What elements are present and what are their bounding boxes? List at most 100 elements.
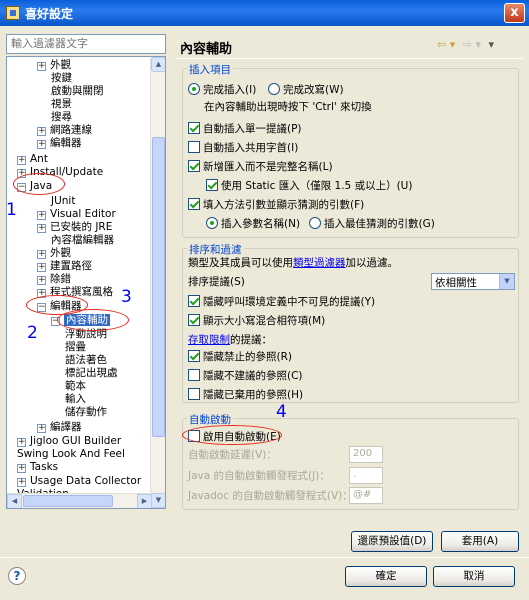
tree-item[interactable]: + 編譯器 xyxy=(37,421,82,434)
tree-item[interactable]: + 網路連線 xyxy=(37,124,92,137)
expand-icon[interactable]: + xyxy=(37,224,46,233)
tree-item[interactable]: 視景 xyxy=(51,98,72,111)
view-menu-icon[interactable]: ▾ xyxy=(489,38,495,51)
preference-tree: + 外觀 按鍵 啟動與關閉 視景 搜尋 + 網路連線 + 編輯器 + Ant + Install/Upda… xyxy=(6,56,166,509)
radio-icon xyxy=(268,83,280,95)
checkbox-insert-single[interactable]: 自動插入單一提議(P) xyxy=(188,122,302,136)
tree-item[interactable]: 輸入 xyxy=(65,393,86,406)
checkbox-checked-icon xyxy=(188,198,200,210)
tree-item-label: 網路連線 xyxy=(50,124,92,136)
checkbox-static-import[interactable]: 使用 Static 匯入（僅限 1.5 或以上）(U) xyxy=(206,179,412,193)
checkbox-hide-forbidden[interactable]: 隱藏禁止的參照(R) xyxy=(188,350,292,364)
tree-item[interactable]: + 編輯器 xyxy=(37,137,82,150)
expand-icon[interactable]: + xyxy=(37,424,46,433)
expand-icon[interactable]: + xyxy=(37,127,46,136)
checkbox-hide-discouraged[interactable]: 隱藏不建議的參照(C) xyxy=(188,369,303,383)
tree-vertical-scrollbar[interactable]: ▲ ▼ xyxy=(150,57,165,508)
ok-button[interactable]: 確定 xyxy=(345,566,427,587)
help-icon[interactable]: ? xyxy=(8,567,26,585)
sort-proposals-select[interactable]: 依相關性 ▼ xyxy=(431,273,515,290)
expand-icon[interactable]: + xyxy=(37,263,46,272)
tree-item[interactable]: + Tasks xyxy=(17,461,58,474)
tree-item-label: Visual Editor xyxy=(50,208,116,220)
radio-insert-best-guess[interactable]: 插入最佳猜測的引數(G) xyxy=(309,217,435,231)
tree-item-label: 內容檔編輯器 xyxy=(51,234,114,246)
expand-icon[interactable]: + xyxy=(17,464,26,473)
tree-item[interactable]: + Jigloo GUI Builder xyxy=(17,435,121,448)
tree-item-label: JUnit xyxy=(51,195,76,207)
expand-icon[interactable]: + xyxy=(37,250,46,259)
delay-input[interactable]: 200 xyxy=(349,446,383,463)
scroll-up-icon[interactable]: ▲ xyxy=(151,57,165,72)
close-window-button[interactable]: x xyxy=(504,3,525,23)
tree-item[interactable]: + 外觀 xyxy=(37,247,71,260)
checkbox-camel-case[interactable]: 顯示大小寫混合相符項(M) xyxy=(188,314,325,328)
h-scroll-thumb[interactable] xyxy=(23,495,113,507)
checkbox-checked-icon xyxy=(206,179,218,191)
preferences-icon xyxy=(6,6,20,20)
tree-item-label: 輸入 xyxy=(65,393,86,405)
page-navigation: ⇦ ▾ ⇨ ▾ ▾ xyxy=(437,38,494,51)
tree-item[interactable]: Swing Look And Feel xyxy=(17,448,125,461)
filter-input[interactable] xyxy=(6,34,166,54)
tree-item-label: 外觀 xyxy=(50,59,71,71)
checkbox-add-import[interactable]: 新增匯入而不是完整名稱(L) xyxy=(188,160,333,174)
expand-icon[interactable]: + xyxy=(37,276,46,285)
checkbox-checked-icon xyxy=(188,314,200,326)
checkbox-hide-invisible[interactable]: 隱藏呼叫環境定義中不可見的提議(Y) xyxy=(188,295,375,309)
tree-item[interactable]: + Usage Data Collector xyxy=(17,475,141,488)
window-title: 喜好設定 xyxy=(25,6,74,21)
scroll-left-icon[interactable]: ◀ xyxy=(7,494,22,508)
chevron-down-icon[interactable]: ▼ xyxy=(499,274,514,289)
scroll-right-icon[interactable]: ▶ xyxy=(137,494,152,508)
forward-icon[interactable]: ⇨ ▾ xyxy=(463,38,481,51)
tree-item[interactable]: JUnit xyxy=(51,195,75,208)
header-divider xyxy=(175,58,523,59)
tree-item[interactable]: + 已安裝的 JRE xyxy=(37,221,112,234)
tree-item[interactable]: 按鍵 xyxy=(51,72,72,85)
tree-item[interactable]: 啟動與關閉 xyxy=(51,85,104,98)
scroll-thumb[interactable] xyxy=(152,137,165,437)
expand-icon[interactable]: + xyxy=(37,62,46,71)
tree-item[interactable]: + 建置路徑 xyxy=(37,260,92,273)
expand-icon[interactable]: + xyxy=(37,140,46,149)
java-trigger-input[interactable]: . xyxy=(349,467,383,484)
checkbox-icon xyxy=(188,141,200,153)
tree-item[interactable]: 標記出現處 xyxy=(65,367,118,380)
tree-item-label: 按鍵 xyxy=(51,72,72,84)
cancel-button[interactable]: 取消 xyxy=(433,566,515,587)
apply-button[interactable]: 套用(A) xyxy=(441,531,519,552)
tree-item-label: Swing Look And Feel xyxy=(17,448,125,460)
radio-complete-overwrite[interactable]: 完成改寫(W) xyxy=(268,83,344,97)
tree-item-label: Tasks xyxy=(30,461,59,473)
checkbox-fill-arguments[interactable]: 填入方法引數並顯示猜測的引數(F) xyxy=(188,198,364,212)
restore-defaults-button[interactable]: 還原預設值(D) xyxy=(351,531,433,552)
annotation-number-2: 2 xyxy=(27,323,38,343)
tree-item[interactable]: + 除錯 xyxy=(37,273,71,286)
filter-description: 類型及其成員可以使用類型過濾器加以過濾。 xyxy=(188,257,398,269)
javadoc-trigger-input[interactable]: @# xyxy=(349,487,383,504)
checkbox-insert-common[interactable]: 自動插入共用字首(I) xyxy=(188,141,298,155)
tree-item[interactable]: 內容檔編輯器 xyxy=(51,234,114,247)
access-restriction-link[interactable]: 存取限制 xyxy=(188,334,230,346)
tree-item[interactable]: 儲存動作 xyxy=(65,406,107,419)
expand-icon[interactable]: + xyxy=(37,211,46,220)
checkbox-hide-deprecated[interactable]: 隱藏已棄用的參照(H) xyxy=(188,388,303,402)
scroll-down-icon[interactable]: ▼ xyxy=(151,493,165,508)
tree-item-label: 建置路徑 xyxy=(50,260,92,272)
expand-icon[interactable]: + xyxy=(17,438,26,447)
radio-insert-param-names[interactable]: 插入參數名稱(N) xyxy=(206,217,300,231)
tree-item[interactable]: 範本 xyxy=(65,380,86,393)
tree-item[interactable]: + Ant xyxy=(17,153,48,166)
tree-item[interactable]: + Visual Editor xyxy=(37,208,116,221)
back-icon[interactable]: ⇦ ▾ xyxy=(437,38,455,51)
expand-icon[interactable]: + xyxy=(17,478,26,487)
tree-item[interactable]: 語法著色 xyxy=(65,354,107,367)
radio-complete-insert[interactable]: 完成插入(I) xyxy=(188,83,256,97)
type-filter-link[interactable]: 類型過濾器 xyxy=(293,257,346,269)
tree-item[interactable]: + 外觀 xyxy=(37,59,71,72)
tree-item[interactable]: 搜尋 xyxy=(51,111,72,124)
tree-item[interactable]: 摺疊 xyxy=(65,341,86,354)
expand-icon[interactable]: + xyxy=(17,156,26,165)
tree-horizontal-scrollbar[interactable]: ◀ ▶ xyxy=(7,493,152,508)
